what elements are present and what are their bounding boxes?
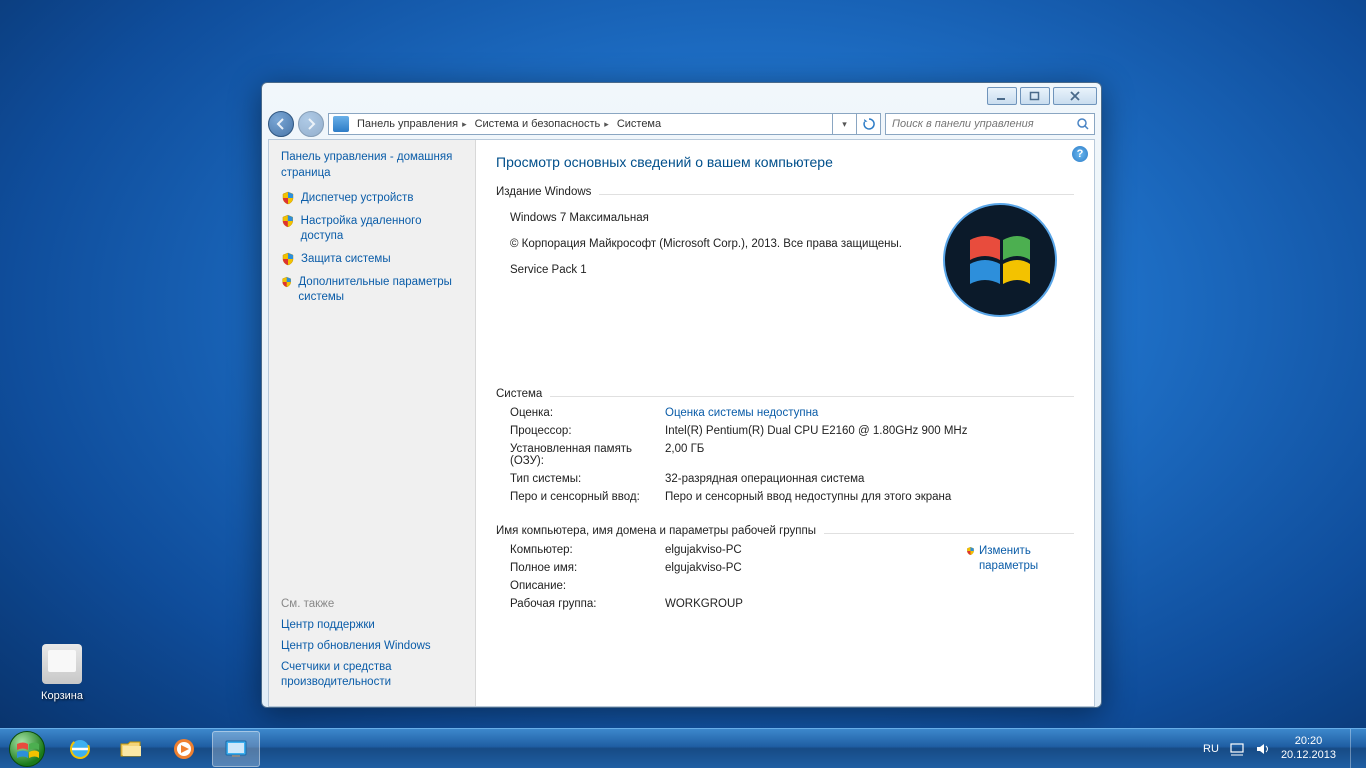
see-also-section: См. также Центр поддержки Центр обновлен…	[281, 598, 463, 696]
domain-title: Имя компьютера, имя домена и параметры р…	[496, 525, 816, 537]
desc-label: Описание:	[510, 580, 665, 592]
pen-value: Перо и сенсорный ввод недоступны для это…	[665, 491, 1074, 503]
search-box[interactable]	[885, 113, 1095, 135]
computer-name-section: Имя компьютера, имя домена и параметры р…	[496, 525, 1074, 620]
minimize-button[interactable]	[987, 87, 1017, 105]
close-button[interactable]	[1053, 87, 1097, 105]
taskbar-ie-button[interactable]	[56, 731, 104, 767]
advanced-settings-link[interactable]: Дополнительные параметры системы	[281, 275, 463, 305]
system-section: Система Оценка:Оценка системы недоступна…	[496, 388, 1074, 513]
show-desktop-button[interactable]	[1350, 729, 1362, 768]
content-pane: ? Просмотр основных сведений о вашем ком…	[476, 140, 1094, 706]
breadcrumb-root[interactable]: Панель управления	[353, 114, 471, 134]
computer-label: Компьютер:	[510, 544, 665, 556]
back-button[interactable]	[268, 111, 294, 137]
system-tray: RU 20:20 20.12.2013	[1199, 729, 1366, 768]
help-icon[interactable]: ?	[1072, 146, 1088, 162]
page-title: Просмотр основных сведений о вашем компь…	[496, 154, 1074, 170]
breadcrumb-dropdown-button[interactable]: ▾	[832, 114, 856, 134]
system-protection-link[interactable]: Защита системы	[281, 252, 463, 267]
breadcrumb-page[interactable]: Система	[613, 114, 665, 134]
type-label: Тип системы:	[510, 473, 665, 485]
shield-icon	[281, 275, 292, 289]
shield-icon	[281, 191, 295, 205]
refresh-button[interactable]	[856, 114, 880, 134]
advanced-settings-label: Дополнительные параметры системы	[298, 275, 463, 305]
titlebar[interactable]	[262, 83, 1101, 109]
shield-icon	[966, 544, 975, 558]
remote-settings-label: Настройка удаленного доступа	[301, 214, 463, 244]
address-bar[interactable]: Панель управления Система и безопасность…	[328, 113, 881, 135]
edition-title: Издание Windows	[496, 186, 591, 198]
action-center-link[interactable]: Центр поддержки	[281, 618, 463, 633]
pen-label: Перо и сенсорный ввод:	[510, 491, 665, 503]
search-input[interactable]	[886, 118, 1072, 130]
system-title: Система	[496, 388, 542, 400]
media-player-icon	[170, 737, 198, 761]
windows-logo-icon	[940, 200, 1060, 320]
cpu-label: Процессор:	[510, 425, 665, 437]
windows-update-link[interactable]: Центр обновления Windows	[281, 639, 463, 654]
see-also-title: См. также	[281, 598, 463, 610]
taskbar: RU 20:20 20.12.2013	[0, 728, 1366, 768]
maximize-button[interactable]	[1020, 87, 1050, 105]
volume-tray-icon[interactable]	[1255, 741, 1271, 757]
device-manager-link[interactable]: Диспетчер устройств	[281, 191, 463, 206]
trash-icon	[42, 644, 82, 684]
start-button[interactable]	[0, 729, 54, 768]
control-panel-icon	[333, 116, 349, 132]
taskbar-explorer-button[interactable]	[108, 731, 156, 767]
ie-icon	[66, 737, 94, 761]
rating-value-link[interactable]: Оценка системы недоступна	[665, 407, 1074, 419]
system-icon	[222, 737, 250, 761]
shield-icon	[281, 214, 295, 228]
recycle-bin-label: Корзина	[41, 690, 83, 702]
system-window: Панель управления Система и безопасность…	[261, 82, 1102, 708]
shield-icon	[281, 252, 295, 266]
clock[interactable]: 20:20 20.12.2013	[1281, 735, 1340, 763]
language-indicator[interactable]: RU	[1203, 743, 1219, 755]
fullname-label: Полное имя:	[510, 562, 665, 574]
ram-label: Установленная память (ОЗУ):	[510, 443, 665, 467]
folder-icon	[118, 737, 146, 761]
desc-value	[665, 580, 1074, 592]
action-center-tray-icon[interactable]	[1229, 741, 1245, 757]
remote-settings-link[interactable]: Настройка удаленного доступа	[281, 214, 463, 244]
change-settings-label: Изменить параметры	[979, 544, 1052, 573]
system-protection-label: Защита системы	[301, 252, 391, 267]
taskbar-wmp-button[interactable]	[160, 731, 208, 767]
taskbar-control-panel-button[interactable]	[212, 731, 260, 767]
ram-value: 2,00 ГБ	[665, 443, 1074, 467]
search-icon[interactable]	[1072, 117, 1094, 131]
workgroup-value: WORKGROUP	[665, 598, 1074, 610]
workgroup-label: Рабочая группа:	[510, 598, 665, 610]
forward-button[interactable]	[298, 111, 324, 137]
clock-date: 20.12.2013	[1281, 749, 1336, 763]
desktop: Корзина Панель управления Система и безо…	[0, 0, 1366, 768]
perfmon-link[interactable]: Счетчики и средства производительности	[281, 660, 463, 690]
start-orb-icon	[9, 731, 45, 767]
windows-edition-section: Издание Windows Windows 7 Максимальная ©…	[496, 186, 1074, 376]
clock-time: 20:20	[1281, 735, 1336, 749]
breadcrumb-group[interactable]: Система и безопасность	[471, 114, 613, 134]
change-settings-link[interactable]: Изменить параметры	[966, 544, 1052, 573]
sidebar: Панель управления - домашняя страница Ди…	[269, 140, 476, 706]
navigation-bar: Панель управления Система и безопасность…	[262, 109, 1101, 139]
type-value: 32-разрядная операционная система	[665, 473, 1074, 485]
device-manager-label: Диспетчер устройств	[301, 191, 413, 206]
recycle-bin-icon[interactable]: Корзина	[32, 644, 92, 704]
rating-label: Оценка:	[510, 407, 665, 419]
control-panel-home-link[interactable]: Панель управления - домашняя страница	[281, 150, 463, 181]
cpu-value: Intel(R) Pentium(R) Dual CPU E2160 @ 1.8…	[665, 425, 1074, 437]
